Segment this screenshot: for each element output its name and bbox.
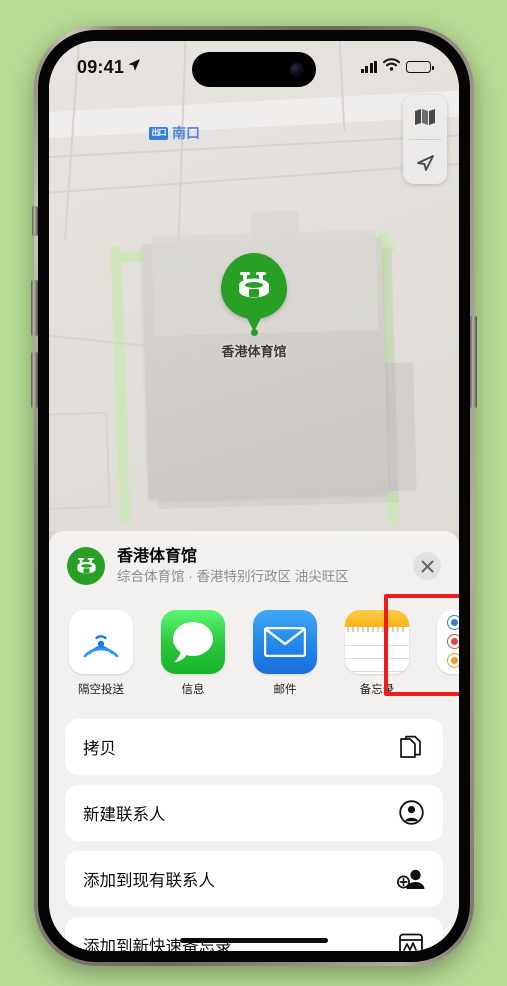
new-contact-icon — [397, 799, 425, 827]
app-label: 信息 — [181, 683, 205, 696]
locate-me-icon[interactable] — [403, 140, 447, 184]
share-app-messages[interactable]: 信息 — [161, 609, 225, 697]
airdrop-icon[interactable] — [69, 609, 133, 674]
notes-icon[interactable] — [345, 609, 409, 674]
phone-bezel: 出口 南口 香港体育馆 09:41 香港体育馆 综合体育馆 · 香港特别行政区 … — [31, 30, 477, 962]
map-view[interactable]: 出口 南口 香港体育馆 — [49, 41, 459, 531]
share-app-reminders[interactable]: 提 — [437, 609, 459, 697]
share-action-list: 拷贝 新建联系人 添加到现有联系人 添加到新快速备忘录 — [49, 703, 459, 951]
map-building — [49, 411, 111, 511]
map-layers-icon[interactable] — [403, 95, 447, 139]
add-to-contact-icon — [397, 865, 425, 893]
share-app-airdrop[interactable]: 隔空投送 — [69, 609, 133, 697]
dynamic-island — [192, 52, 316, 87]
transit-label-text: 南口 — [172, 125, 200, 141]
cellular-signal-icon — [360, 61, 377, 73]
phone-frame: 出口 南口 香港体育馆 09:41 香港体育馆 综合体育馆 · 香港特别行政区 … — [31, 26, 477, 966]
reminder-dot-red — [448, 635, 459, 649]
close-button[interactable] — [413, 552, 441, 581]
status-indicators — [360, 58, 434, 76]
close-icon — [421, 560, 433, 573]
share-sheet: 香港体育馆 综合体育馆 · 香港特别行政区 油尖旺区 隔空投送 信息 邮件 备忘… — [49, 531, 459, 951]
share-app-notes[interactable]: 备忘录 — [345, 609, 409, 697]
map-pin-label: 香港体育馆 — [221, 344, 287, 359]
share-sheet-titles: 香港体育馆 综合体育馆 · 香港特别行政区 油尖旺区 — [117, 547, 401, 586]
map-transit-label[interactable]: 出口 南口 — [149, 123, 200, 143]
app-label: 隔空投送 — [78, 683, 124, 696]
action-new-contact[interactable]: 新建联系人 — [65, 785, 443, 841]
share-app-mail[interactable]: 邮件 — [253, 609, 317, 697]
front-camera-icon — [291, 64, 302, 75]
transit-exit-icon: 出口 — [149, 126, 168, 140]
page-subtitle: 综合体育馆 · 香港特别行政区 油尖旺区 — [117, 569, 349, 584]
action-group: 添加到新快速备忘录 打印 — [65, 916, 443, 951]
notes-icon-line — [345, 670, 409, 672]
transit-badge-text: 出口 — [151, 128, 167, 137]
mail-icon[interactable] — [253, 609, 317, 674]
reminder-dot-orange — [448, 654, 459, 668]
volume-up-button[interactable] — [31, 280, 38, 336]
share-sheet-header: 香港体育馆 综合体育馆 · 香港特别行政区 油尖旺区 — [49, 531, 459, 598]
wifi-icon — [383, 58, 400, 76]
action-group: 添加到现有联系人 — [65, 850, 443, 907]
action-label: 新建联系人 — [83, 805, 166, 824]
messages-icon[interactable] — [161, 609, 225, 674]
notes-icon-header — [345, 609, 409, 627]
map-pin-group[interactable]: 香港体育馆 — [49, 253, 459, 360]
power-button[interactable] — [470, 316, 477, 408]
stadium-pin-icon[interactable] — [221, 253, 287, 319]
reminders-icon[interactable] — [437, 609, 459, 674]
silent-switch[interactable] — [32, 206, 38, 236]
action-copy[interactable]: 拷贝 — [65, 719, 443, 775]
app-label: 备忘录 — [359, 683, 395, 696]
map-controls[interactable] — [403, 95, 447, 184]
volume-down-button[interactable] — [31, 352, 38, 408]
reminder-dot-blue — [448, 616, 459, 630]
quick-note-icon — [397, 931, 425, 951]
phone-screen: 出口 南口 香港体育馆 09:41 香港体育馆 综合体育馆 · 香港特别行政区 … — [49, 41, 459, 951]
battery-full-icon — [406, 61, 434, 73]
home-indicator[interactable] — [180, 938, 328, 943]
share-apps-row[interactable]: 隔空投送 信息 邮件 备忘录 — [49, 598, 459, 703]
action-add-to-quick-note[interactable]: 添加到新快速备忘录 — [65, 917, 443, 951]
action-group: 新建联系人 — [65, 784, 443, 841]
stadium-icon — [67, 547, 105, 586]
status-time: 09:41 — [77, 56, 125, 77]
page-title: 香港体育馆 — [117, 548, 198, 565]
location-arrow-icon — [127, 58, 141, 77]
action-add-to-existing-contact[interactable]: 添加到现有联系人 — [65, 851, 443, 907]
action-group: 拷贝 — [65, 718, 443, 775]
app-label: 邮件 — [273, 683, 297, 696]
action-label: 添加到现有联系人 — [83, 871, 215, 890]
action-label: 拷贝 — [83, 739, 116, 758]
copy-icon — [397, 733, 425, 761]
